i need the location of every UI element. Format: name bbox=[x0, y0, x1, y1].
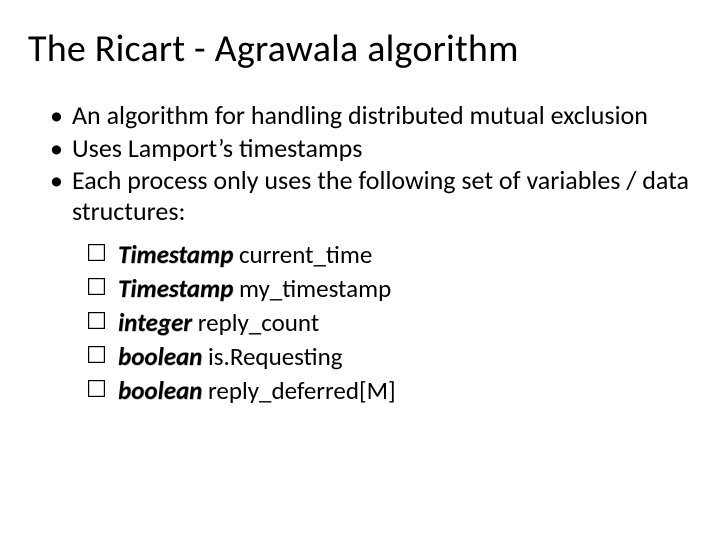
variable-name-text: reply_count bbox=[198, 307, 319, 338]
variable-type: Timestamp bbox=[118, 273, 233, 304]
variable-name-text: is.Requesting bbox=[208, 341, 342, 372]
variable-type: boolean bbox=[118, 375, 202, 406]
slide-title: The Ricart - Agrawala algorithm bbox=[28, 26, 692, 72]
checkbox-icon bbox=[88, 346, 105, 363]
bullet-item: Uses Lamport’s timestamps bbox=[50, 133, 692, 164]
checkbox-icon bbox=[88, 244, 105, 261]
checkbox-icon bbox=[88, 278, 105, 295]
bullet-item: Each process only uses the following set… bbox=[50, 165, 692, 226]
bullet-text: An algorithm for handling distributed mu… bbox=[72, 99, 648, 131]
variable-name-text: my_timestamp bbox=[239, 273, 391, 304]
checkbox-icon bbox=[88, 312, 105, 329]
variable-item: Timestamp current_time bbox=[88, 239, 692, 271]
variable-name-text: reply_deferred[M] bbox=[208, 375, 396, 406]
slide: The Ricart - Agrawala algorithm An algor… bbox=[0, 0, 720, 540]
variable-list: Timestamp current_time Timestamp my_time… bbox=[28, 239, 692, 407]
bullet-item: An algorithm for handling distributed mu… bbox=[50, 100, 692, 131]
variable-type: Timestamp bbox=[118, 239, 233, 270]
variable-name-text: current_time bbox=[239, 239, 372, 270]
bullet-list: An algorithm for handling distributed mu… bbox=[28, 100, 692, 227]
variable-type: boolean bbox=[118, 341, 202, 372]
variable-item: boolean is.Requesting bbox=[88, 341, 692, 373]
bullet-text: Uses Lamport’s timestamps bbox=[72, 132, 362, 164]
variable-item: integer reply_count bbox=[88, 307, 692, 339]
checkbox-icon bbox=[88, 380, 105, 397]
variable-item: Timestamp my_timestamp bbox=[88, 273, 692, 305]
bullet-text: Each process only uses the following set… bbox=[72, 164, 689, 227]
variable-item: boolean reply_deferred[M] bbox=[88, 375, 692, 407]
variable-type: integer bbox=[118, 307, 192, 338]
